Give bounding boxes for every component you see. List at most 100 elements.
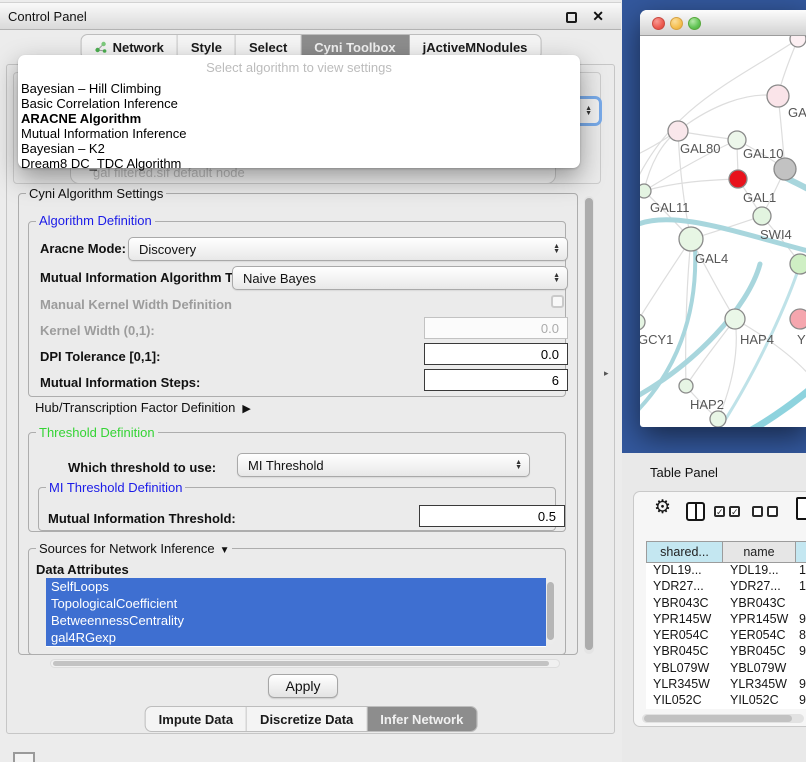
mi-type-combobox[interactable]: Naive Bayes ▲▼ (232, 266, 568, 290)
close-traffic-light[interactable] (652, 17, 665, 30)
network-node[interactable] (729, 170, 747, 188)
network-edge[interactable] (678, 95, 778, 131)
mi-steps-field[interactable]: 6 (424, 369, 568, 391)
network-node-label: GCY1 (640, 332, 673, 347)
kernel-width-field[interactable]: 0.0 (424, 317, 568, 339)
network-node[interactable] (790, 309, 806, 329)
apply-button[interactable]: Apply (268, 674, 338, 698)
table-row[interactable]: YPR145WYPR145W9. (646, 612, 806, 628)
table-cell: YDL19... (646, 563, 723, 579)
settings-gear-icon[interactable]: ⚙ (654, 497, 671, 519)
hub-definition-toggle[interactable]: Hub/Transcription Factor Definition▶ (35, 400, 251, 415)
network-edge[interactable] (744, 386, 806, 427)
minimize-traffic-light[interactable] (670, 17, 683, 30)
network-edge[interactable] (686, 319, 735, 386)
collapsed-arrow-icon[interactable]: ▶ (242, 403, 250, 415)
stepper-icon: ▲▼ (515, 460, 522, 470)
control-panel: Control Panel ✕ NetworkStyleSelectCyni T… (0, 0, 622, 762)
table-cell: YBL079W (723, 661, 797, 677)
column-header-shared[interactable]: shared... (646, 541, 723, 563)
scrollbar-thumb[interactable] (644, 715, 792, 722)
unchecked-checkbox-icon[interactable] (752, 506, 763, 517)
settings-vertical-scrollbar[interactable] (584, 196, 594, 654)
aracne-mode-label: Aracne Mode: (40, 241, 126, 256)
unchecked-checkbox-icon[interactable] (767, 506, 778, 517)
network-window-titlebar[interactable] (640, 10, 806, 36)
manual-kernel-checkbox[interactable] (551, 295, 564, 308)
aracne-mode-combobox[interactable]: Discovery ▲▼ (128, 237, 568, 261)
algorithm-option-aracne-algorithm[interactable]: ARACNE Algorithm (21, 111, 577, 126)
network-node[interactable] (790, 254, 806, 274)
close-icon[interactable]: ✕ (592, 8, 604, 25)
table-cell: YBR045C (723, 644, 797, 660)
algorithm-option-basic-correlation-inference[interactable]: Basic Correlation Inference (21, 96, 577, 111)
network-edge[interactable] (640, 264, 760, 398)
network-edge[interactable] (644, 179, 738, 191)
checked-checkbox-icon[interactable]: ✓ (714, 506, 725, 517)
network-node[interactable] (774, 158, 796, 180)
table-row[interactable]: YLR345WYLR345W9. (646, 677, 806, 693)
column-header-name[interactable]: name (722, 541, 796, 563)
panel-resize-handle[interactable]: ▸ (604, 368, 609, 379)
attribute-betweennesscentrality[interactable]: BetweennessCentrality (46, 612, 546, 629)
column-header-cut[interactable] (795, 541, 806, 563)
table-row[interactable]: YIL052CYIL052C9 (646, 693, 806, 709)
which-threshold-label: Which threshold to use: (68, 460, 216, 475)
network-node[interactable] (679, 379, 693, 393)
algorithm-option-dream8-dc-tdc-algorithm[interactable]: Dream8 DC_TDC Algorithm (21, 156, 577, 171)
document-icon[interactable] (796, 497, 806, 520)
settings-horizontal-scrollbar[interactable] (50, 659, 560, 668)
algorithm-option-bayesian-k2[interactable]: Bayesian – K2 (21, 141, 577, 156)
which-threshold-combobox[interactable]: MI Threshold ▲▼ (237, 453, 530, 477)
table-row[interactable]: YBR043CYBR043C (646, 596, 806, 612)
network-node[interactable] (710, 411, 726, 427)
network-edge[interactable] (640, 239, 691, 322)
table-cell (797, 661, 806, 677)
expanded-arrow-icon[interactable]: ▼ (220, 545, 230, 556)
network-node-label: HAP4 (740, 332, 774, 347)
table-horizontal-scrollbar[interactable] (642, 714, 804, 723)
table-row[interactable]: YBL079WYBL079W (646, 661, 806, 677)
mi-threshold-field[interactable]: 0.5 (419, 505, 565, 527)
network-node[interactable] (640, 314, 645, 330)
network-canvas[interactable]: GALGAL80GAL10GAL1GAL11SWI4GAL4GCY1HAP4YH… (640, 36, 806, 427)
table-row[interactable]: YDL19...YDL19...13 (646, 563, 806, 579)
network-node-label: GAL (788, 105, 806, 120)
split-view-icon[interactable] (686, 502, 705, 521)
network-node[interactable] (767, 85, 789, 107)
network-node[interactable] (640, 184, 651, 198)
bottom-tab-infer-network[interactable]: Infer Network (367, 707, 476, 731)
scrollbar-thumb[interactable] (585, 198, 593, 650)
mi-type-label: Mutual Information Algorithm Type: (40, 270, 259, 285)
checked-checkbox-icon[interactable]: ✓ (729, 506, 740, 517)
scrollbar-thumb[interactable] (53, 661, 549, 666)
kernel-width-label: Kernel Width (0,1): (40, 323, 155, 338)
bottom-tab-impute-data[interactable]: Impute Data (146, 707, 247, 731)
algorithm-option-bayesian-hill-climbing[interactable]: Bayesian – Hill Climbing (21, 81, 577, 96)
algorithm-option-mutual-information-inference[interactable]: Mutual Information Inference (21, 126, 577, 141)
table-row[interactable]: YDR27...YDR27...12 (646, 579, 806, 595)
network-edge[interactable] (640, 39, 798, 186)
scrollbar-thumb[interactable] (547, 582, 554, 640)
zoom-traffic-light[interactable] (688, 17, 701, 30)
network-node[interactable] (668, 121, 688, 141)
table-cell: YDL19... (723, 563, 797, 579)
network-node[interactable] (753, 207, 771, 225)
dpi-tolerance-label: DPI Tolerance [0,1]: (40, 349, 160, 364)
attribute-topologicalcoefficient[interactable]: TopologicalCoefficient (46, 595, 546, 612)
minimized-panel-chip[interactable] (13, 752, 35, 762)
float-window-icon[interactable] (566, 12, 577, 23)
bottom-tab-discretize-data[interactable]: Discretize Data (247, 707, 367, 731)
tab-label: Select (249, 40, 287, 55)
network-node[interactable] (790, 36, 806, 47)
attributes-list-scrollbar[interactable] (546, 580, 555, 644)
table-row[interactable]: YER054CYER054C8. (646, 628, 806, 644)
sources-group-toggle[interactable]: Sources for Network Inference▼ (36, 541, 232, 556)
attribute-gal4rgexp[interactable]: gal4RGexp (46, 629, 546, 646)
dpi-tolerance-field[interactable]: 0.0 (424, 343, 568, 365)
stepper-icon: ▲▼ (553, 244, 560, 254)
table-row[interactable]: YBR045CYBR045C9. (646, 644, 806, 660)
attribute-selfloops[interactable]: SelfLoops (46, 578, 546, 595)
network-node[interactable] (725, 309, 745, 329)
network-node[interactable] (679, 227, 703, 251)
